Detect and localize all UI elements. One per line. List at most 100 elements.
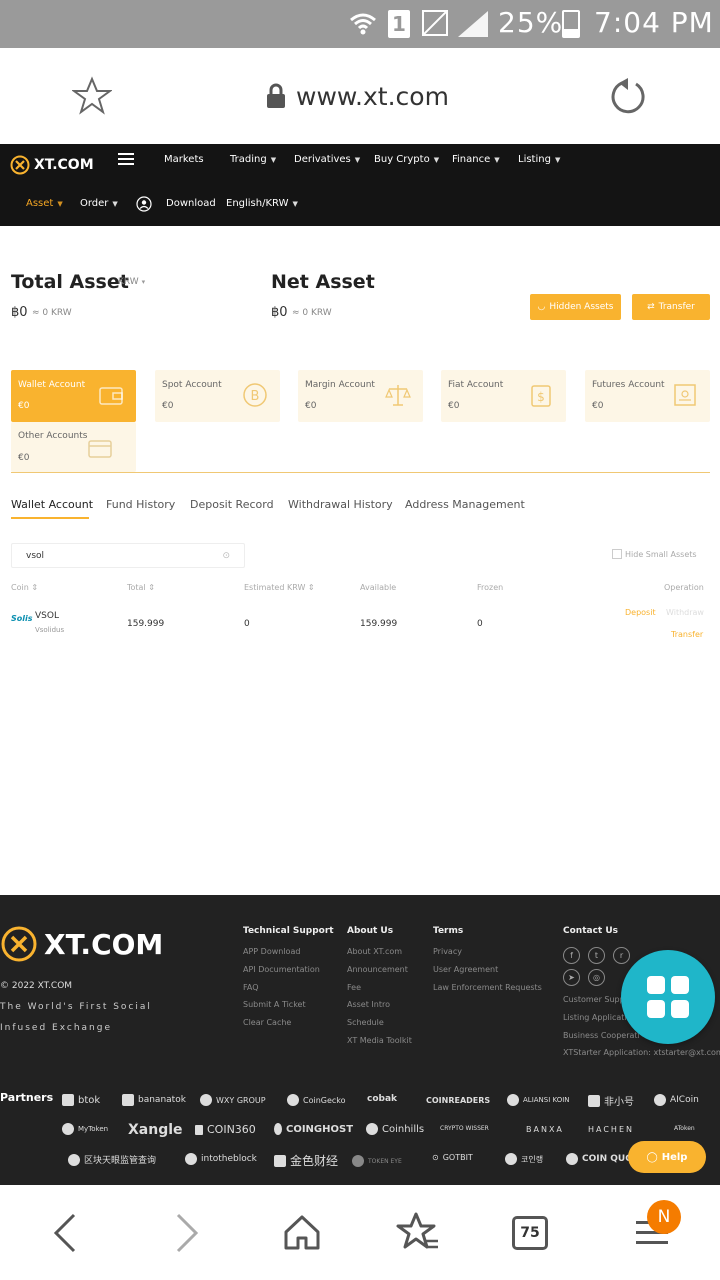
checkbox[interactable] bbox=[612, 549, 622, 559]
bookmarks-icon[interactable] bbox=[396, 1211, 440, 1257]
svg-text:B: B bbox=[251, 389, 260, 404]
tab-bar: Wallet Account Fund History Deposit Reco… bbox=[0, 498, 720, 522]
home-icon[interactable] bbox=[282, 1212, 322, 1256]
deposit-link[interactable]: Deposit bbox=[625, 608, 656, 617]
profile-badge[interactable]: N bbox=[647, 1200, 681, 1234]
battery-percent: 25% bbox=[498, 6, 564, 39]
withdraw-link[interactable]: Withdraw bbox=[666, 608, 704, 617]
divider bbox=[11, 472, 710, 473]
footer-link[interactable]: Privacy bbox=[433, 947, 462, 956]
footer-link[interactable]: Fee bbox=[347, 983, 361, 992]
nav-markets[interactable]: Markets bbox=[164, 154, 204, 165]
instagram-icon[interactable]: ◎ bbox=[588, 969, 605, 986]
intotheblock-icon bbox=[185, 1153, 197, 1165]
col-total[interactable]: Total ⇕ bbox=[127, 583, 155, 592]
account-card-margin[interactable]: Margin Account €0 bbox=[298, 370, 423, 422]
footer-logo[interactable]: XT.COM bbox=[0, 925, 163, 963]
account-card-futures[interactable]: Futures Account €0 bbox=[585, 370, 710, 422]
transfer-link[interactable]: Transfer bbox=[671, 630, 703, 639]
partner-logo: COINREADERS bbox=[426, 1096, 491, 1105]
footer-link[interactable]: Clear Cache bbox=[243, 1018, 291, 1027]
site-footer: XT.COM © 2022 XT.COM The World's First S… bbox=[0, 895, 720, 1185]
dollar-card-icon: $ bbox=[531, 385, 551, 407]
footer-link[interactable]: Asset Intro bbox=[347, 1000, 390, 1009]
nav-trading[interactable]: Trading ▼ bbox=[230, 154, 276, 165]
cell-krw: 0 bbox=[244, 619, 250, 629]
hide-small-assets[interactable]: Hide Small Assets bbox=[612, 549, 697, 559]
account-card-other[interactable]: Other Accounts €0 bbox=[11, 422, 136, 472]
col-coin[interactable]: Coin ⇕ bbox=[11, 583, 38, 592]
xt-logo-icon bbox=[10, 155, 30, 175]
twitter-icon[interactable]: t bbox=[588, 947, 605, 964]
tab-wallet-account[interactable]: Wallet Account bbox=[11, 498, 93, 511]
bookmark-star-icon[interactable] bbox=[70, 76, 114, 116]
tabs-button[interactable]: 75 bbox=[512, 1216, 548, 1250]
facebook-icon[interactable]: f bbox=[563, 947, 580, 964]
search-input[interactable]: vsol ⊙ bbox=[11, 543, 245, 568]
slogan-line-2: Infused Exchange bbox=[0, 1023, 113, 1033]
address-bar[interactable]: www.xt.com bbox=[266, 78, 449, 114]
aicoin-icon bbox=[654, 1094, 666, 1106]
currency-select[interactable]: KRW ▾ bbox=[118, 277, 145, 287]
about-heading: About Us bbox=[347, 926, 394, 936]
footer-link[interactable]: Law Enforcement Requests bbox=[433, 983, 542, 992]
btok-icon bbox=[62, 1094, 74, 1106]
partner-logo: COIN QUO bbox=[566, 1153, 633, 1165]
battery-icon bbox=[562, 10, 580, 38]
reddit-icon[interactable]: r bbox=[613, 947, 630, 964]
nav-listing[interactable]: Listing ▼ bbox=[518, 154, 560, 165]
partners-heading: Partners bbox=[0, 1091, 54, 1104]
browser-bottom-bar: 75 N bbox=[0, 1185, 720, 1280]
sort-icon: ⇕ bbox=[31, 583, 39, 592]
chevron-down-icon: ▼ bbox=[57, 199, 63, 208]
nav-buy-crypto[interactable]: Buy Crypto ▼ bbox=[374, 154, 439, 165]
subnav-language[interactable]: English/KRW ▼ bbox=[226, 198, 298, 209]
terms-heading: Terms bbox=[433, 926, 464, 936]
nav-derivatives[interactable]: Derivatives ▼ bbox=[294, 154, 360, 165]
net-asset-value: ฿0 bbox=[271, 305, 288, 320]
menu-icon[interactable] bbox=[118, 153, 134, 165]
subnav-asset[interactable]: Asset ▼ bbox=[26, 198, 63, 209]
partner-logo: COINGHOST bbox=[274, 1123, 353, 1135]
footer-link[interactable]: Submit A Ticket bbox=[243, 1000, 306, 1009]
social-icons: f t r bbox=[563, 947, 630, 964]
partner-logo: 金色财经 bbox=[274, 1152, 338, 1169]
nav-finance[interactable]: Finance ▼ bbox=[452, 154, 500, 165]
tokeneye-icon bbox=[352, 1155, 364, 1167]
transfer-button[interactable]: ⇄ Transfer bbox=[632, 294, 710, 320]
telegram-icon[interactable]: ➤ bbox=[563, 969, 580, 986]
hidden-assets-button[interactable]: ◡ Hidden Assets bbox=[530, 294, 621, 320]
footer-link[interactable]: XT Media Toolkit bbox=[347, 1036, 412, 1045]
coin360-icon bbox=[195, 1124, 203, 1135]
coin-symbol: VSOL bbox=[35, 611, 59, 621]
user-icon[interactable] bbox=[136, 196, 152, 212]
tab-deposit-record[interactable]: Deposit Record bbox=[190, 498, 274, 511]
footer-link[interactable]: User Agreement bbox=[433, 965, 498, 974]
footer-link[interactable]: Schedule bbox=[347, 1018, 384, 1027]
footer-link[interactable]: About XT.com bbox=[347, 947, 402, 956]
forward-icon[interactable] bbox=[170, 1213, 202, 1257]
tab-fund-history[interactable]: Fund History bbox=[106, 498, 175, 511]
footer-link[interactable]: APP Download bbox=[243, 947, 300, 956]
col-estimated-krw[interactable]: Estimated KRW ⇕ bbox=[244, 583, 315, 592]
jinse-icon bbox=[274, 1154, 286, 1167]
subnav-download[interactable]: Download bbox=[166, 198, 216, 209]
back-icon[interactable] bbox=[50, 1213, 82, 1257]
footer-link[interactable]: API Documentation bbox=[243, 965, 320, 974]
account-card-wallet[interactable]: Wallet Account €0 bbox=[11, 370, 136, 422]
footer-link[interactable]: FAQ bbox=[243, 983, 259, 992]
account-card-fiat[interactable]: Fiat Account €0 $ bbox=[441, 370, 566, 422]
tab-address-management[interactable]: Address Management bbox=[405, 498, 525, 511]
reload-icon[interactable] bbox=[608, 76, 648, 116]
subnav-order[interactable]: Order ▼ bbox=[80, 198, 118, 209]
sort-icon: ⇕ bbox=[307, 583, 315, 592]
help-button[interactable]: ◯ Help bbox=[628, 1141, 706, 1173]
chevron-down-icon: ▼ bbox=[554, 155, 561, 164]
account-card-spot[interactable]: Spot Account €0 B bbox=[155, 370, 280, 422]
xt-logo[interactable]: XT.COM bbox=[10, 150, 94, 180]
quick-actions-fab[interactable] bbox=[621, 950, 715, 1044]
col-available: Available bbox=[360, 583, 397, 592]
tab-withdrawal-history[interactable]: Withdrawal History bbox=[288, 498, 393, 511]
footer-link[interactable]: Announcement bbox=[347, 965, 408, 974]
partner-logo: AToken bbox=[674, 1125, 695, 1132]
